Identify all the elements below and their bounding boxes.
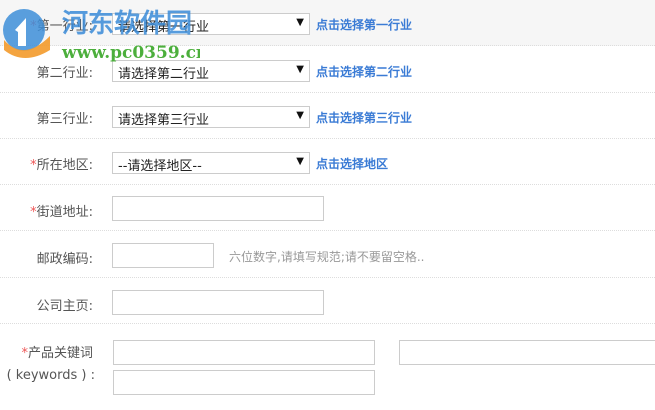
keyword-input-2[interactable] [399,340,655,365]
street-input[interactable] [112,196,324,221]
street-row: *街道地址: [0,185,655,231]
dropdown-arrow-icon: ▼ [296,156,304,167]
keyword-input-1[interactable] [113,340,375,365]
industry-1-link[interactable]: 点击选择第一行业 [316,16,412,33]
industry-2-row: 第二行业: 请选择第二行业 ▼ 点击选择第二行业 [0,47,655,93]
region-select[interactable]: --请选择地区-- ▼ [112,152,310,174]
industry-1-label: *第一行业: [30,19,93,34]
region-label: *所在地区: [30,158,93,173]
postal-input[interactable] [112,243,214,268]
industry-3-link[interactable]: 点击选择第三行业 [316,109,412,126]
dropdown-arrow-icon: ▼ [296,110,304,121]
industry-2-select[interactable]: 请选择第二行业 ▼ [112,60,310,82]
industry-2-link[interactable]: 点击选择第二行业 [316,63,412,80]
street-label: *街道地址: [30,205,93,220]
industry-1-select[interactable]: 请选择第一行业 ▼ [112,13,310,35]
keyword-input-3[interactable] [113,370,375,395]
region-link[interactable]: 点击选择地区 [316,155,388,172]
keywords-label-en: ( keywords ) : [6,368,95,383]
region-row: *所在地区: --请选择地区-- ▼ 点击选择地区 [0,139,655,185]
keywords-label: *产品关键词 [21,346,93,361]
dropdown-arrow-icon: ▼ [296,64,304,75]
industry-3-label: 第三行业: [36,112,93,127]
homepage-row: 公司主页: [0,278,655,324]
dropdown-arrow-icon: ▼ [296,17,304,28]
homepage-label: 公司主页: [36,299,93,314]
postal-hint: 六位数字,请填写规范;请不要留空格.. [229,250,425,264]
industry-1-row: *第一行业: 请选择第一行业 ▼ 点击选择第一行业 [0,0,655,46]
keywords-row: *产品关键词 ( keywords ) : [0,325,655,410]
postal-row: 邮政编码: 六位数字,请填写规范;请不要留空格.. [0,232,655,278]
industry-2-label: 第二行业: [36,66,93,81]
postal-label: 邮政编码: [36,252,93,267]
industry-3-row: 第三行业: 请选择第三行业 ▼ 点击选择第三行业 [0,93,655,139]
industry-3-select[interactable]: 请选择第三行业 ▼ [112,106,310,128]
homepage-input[interactable] [112,290,324,315]
